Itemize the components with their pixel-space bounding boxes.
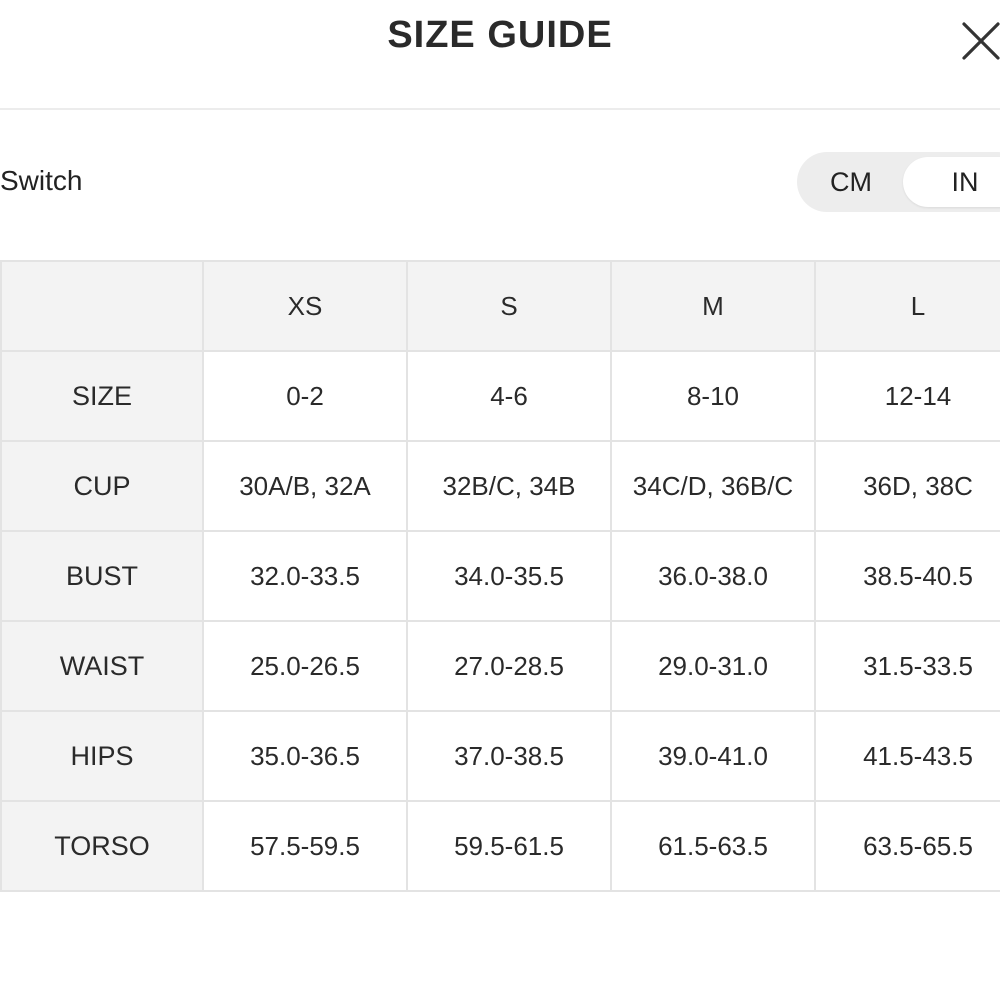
row-header: TORSO <box>0 800 204 892</box>
table-cell: 12-14 <box>814 350 1000 442</box>
close-icon[interactable] <box>956 16 1000 66</box>
close-icon-glyph <box>962 22 1000 60</box>
table-cell: 32B/C, 34B <box>406 440 612 532</box>
table-row: TORSO 57.5-59.5 59.5-61.5 61.5-63.5 63.5… <box>0 800 1000 892</box>
table-cell: 4-6 <box>406 350 612 442</box>
row-header: BUST <box>0 530 204 622</box>
table-cell: 35.0-36.5 <box>202 710 408 802</box>
size-table-container: XS S M L SIZE 0-2 4-6 8-10 12-14 CUP 30A… <box>0 260 1000 892</box>
table-cell: 0-2 <box>202 350 408 442</box>
column-header: L <box>814 260 1000 352</box>
table-row: BUST 32.0-33.5 34.0-35.5 36.0-38.0 38.5-… <box>0 530 1000 622</box>
table-cell: 57.5-59.5 <box>202 800 408 892</box>
table-cell: 34.0-35.5 <box>406 530 612 622</box>
column-header: XS <box>202 260 408 352</box>
table-header-row: XS S M L <box>0 260 1000 352</box>
table-row: CUP 30A/B, 32A 32B/C, 34B 34C/D, 36B/C 3… <box>0 440 1000 532</box>
column-header: S <box>406 260 612 352</box>
table-cell: 29.0-31.0 <box>610 620 816 712</box>
table-cell: 37.0-38.5 <box>406 710 612 802</box>
table-cell: 8-10 <box>610 350 816 442</box>
table-cell: 34C/D, 36B/C <box>610 440 816 532</box>
table-row: HIPS 35.0-36.5 37.0-38.5 39.0-41.0 41.5-… <box>0 710 1000 802</box>
unit-option-in[interactable]: IN <box>903 157 1000 207</box>
table-cell: 41.5-43.5 <box>814 710 1000 802</box>
table-cell: 27.0-28.5 <box>406 620 612 712</box>
table-cell: 38.5-40.5 <box>814 530 1000 622</box>
size-table: XS S M L SIZE 0-2 4-6 8-10 12-14 CUP 30A… <box>0 260 1000 892</box>
table-cell: 59.5-61.5 <box>406 800 612 892</box>
table-cell: 36.0-38.0 <box>610 530 816 622</box>
row-header: WAIST <box>0 620 204 712</box>
table-row: SIZE 0-2 4-6 8-10 12-14 <box>0 350 1000 442</box>
table-corner-cell <box>0 260 204 352</box>
table-cell: 39.0-41.0 <box>610 710 816 802</box>
size-guide-modal: SIZE GUIDE Switch CM IN XS S M L SIZE 0-… <box>0 0 1000 1000</box>
column-header: M <box>610 260 816 352</box>
table-cell: 25.0-26.5 <box>202 620 408 712</box>
table-cell: 36D, 38C <box>814 440 1000 532</box>
row-header: SIZE <box>0 350 204 442</box>
row-header: CUP <box>0 440 204 532</box>
row-header: HIPS <box>0 710 204 802</box>
unit-option-cm[interactable]: CM <box>797 152 905 212</box>
page-title: SIZE GUIDE <box>387 14 613 56</box>
switch-label: Switch <box>0 165 83 196</box>
unit-toggle[interactable]: CM IN <box>797 152 1000 212</box>
unit-switch-row: Switch CM IN <box>0 150 1000 214</box>
modal-header: SIZE GUIDE <box>0 0 1000 110</box>
table-cell: 61.5-63.5 <box>610 800 816 892</box>
table-cell: 31.5-33.5 <box>814 620 1000 712</box>
table-cell: 32.0-33.5 <box>202 530 408 622</box>
table-row: WAIST 25.0-26.5 27.0-28.5 29.0-31.0 31.5… <box>0 620 1000 712</box>
table-cell: 30A/B, 32A <box>202 440 408 532</box>
table-cell: 63.5-65.5 <box>814 800 1000 892</box>
